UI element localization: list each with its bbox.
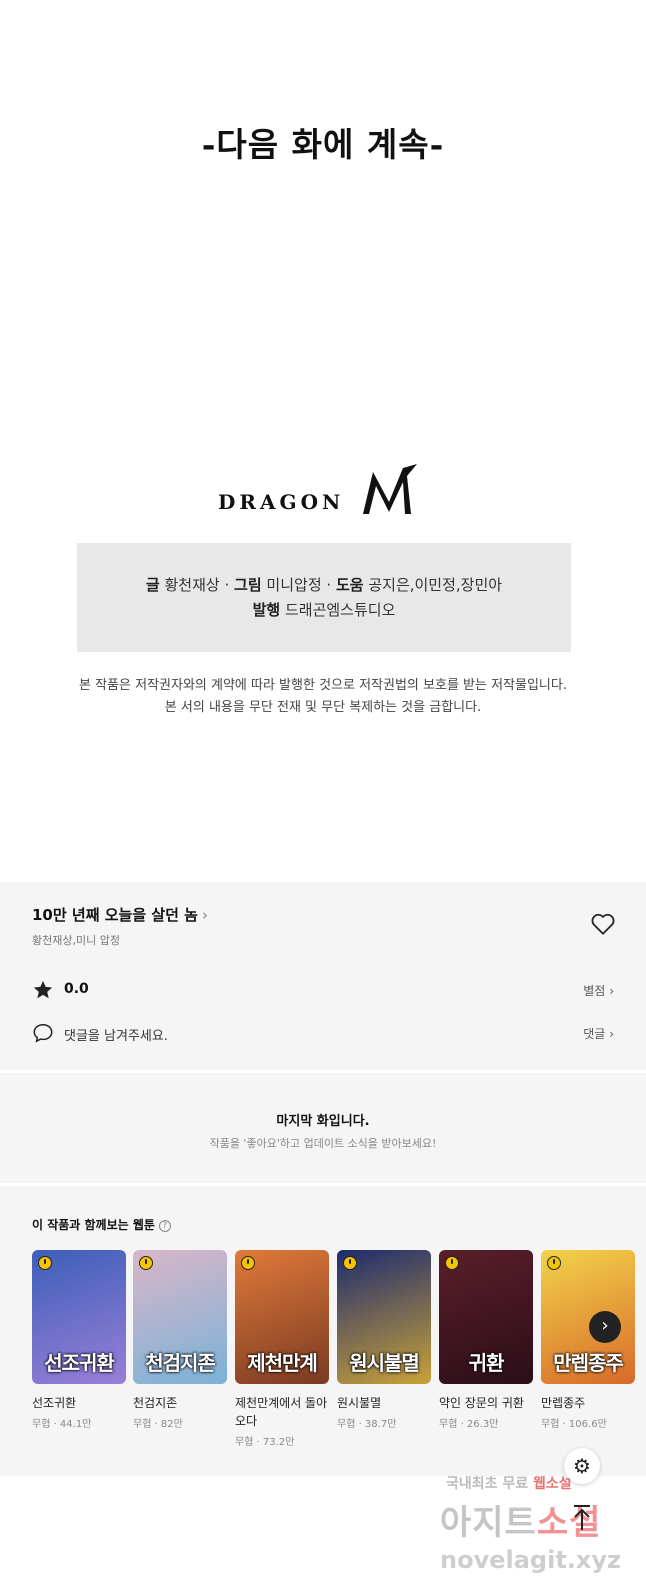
comment-link[interactable]: 댓글 › [583, 1025, 614, 1042]
rec-cover-title: 제천만계 [247, 1351, 318, 1375]
help-icon[interactable]: ? [158, 1220, 171, 1232]
copyright-notice: 본 작품은 저작권자와의 계약에 따라 발행한 것으로 저작권법의 보호를 받는… [0, 675, 646, 719]
credit-value-art: 미니압정 [266, 576, 322, 594]
clock-badge-icon [139, 1256, 153, 1270]
last-episode-subtitle: 작품을 '좋아요'하고 업데이트 소식을 받아보세요! [209, 1137, 437, 1150]
settings-button[interactable]: ⚙ [564, 1448, 600, 1484]
chevron-right-icon: › [601, 1315, 609, 1336]
recommendations-section: 이 작품과 함께보는 웹툰? 선조귀환 선조귀환 무협 · 44.1만 천검지존… [0, 1186, 646, 1476]
rec-title: 천검지존 [133, 1396, 178, 1410]
star-icon [33, 980, 53, 999]
recommendations-header: 이 작품과 함께보는 웹툰? [32, 1216, 171, 1233]
copyright-line-1: 본 작품은 저작권자와의 계약에 따라 발행한 것으로 저작권법의 보호를 받는… [79, 678, 567, 693]
to-be-continued-caption: -다음 화에 계속- [201, 125, 445, 164]
series-title-link[interactable]: 10만 년째 오늘을 살던 놈 › [32, 904, 208, 925]
clock-badge-icon [343, 1256, 357, 1270]
series-info-section: 10만 년째 오늘을 살던 놈 › 황천재상,미니 압정 0.0 별점 › 댓글을… [0, 882, 646, 1070]
rec-cover: 제천만계 [235, 1250, 329, 1384]
rec-cover: 귀환 [439, 1250, 533, 1384]
series-title: 10만 년째 오늘을 살던 놈 [32, 906, 198, 924]
recommendations-title: 이 작품과 함께보는 웹툰 [32, 1218, 155, 1232]
credit-label-art: 그림 [234, 576, 262, 594]
watermark-tagline: 국내최초 무료 웹소설 [446, 1473, 572, 1493]
rec-title: 약인 장문의 귀환 [439, 1396, 524, 1410]
credit-value-assist: 공지은,이민정,장민아 [368, 576, 503, 594]
gear-icon: ⚙ [573, 1454, 591, 1478]
separator: · [224, 576, 235, 594]
copyright-line-2: 본 서의 내용을 무단 전재 및 무단 복제하는 것을 금합니다. [164, 700, 482, 715]
rec-card[interactable]: 제천만계 제천만계에서 돌아오다 무협 · 73.2만 [235, 1250, 329, 1448]
chevron-right-icon: › [609, 984, 614, 998]
watermark-tagline-a: 국내최초 무료 [446, 1476, 529, 1492]
rating-link[interactable]: 별점 › [583, 982, 614, 999]
rec-meta: 무협 · 82만 [133, 1419, 183, 1430]
series-author: 황천재상,미니 압정 [32, 934, 120, 947]
watermark-domain: novelagit.xyz [440, 1546, 622, 1574]
scroll-top-button[interactable] [564, 1500, 600, 1536]
rec-cover-title: 원시불멸 [349, 1351, 420, 1375]
carousel-next-button[interactable]: › [589, 1311, 621, 1343]
credit-label-writer: 글 [145, 576, 160, 594]
credits-box: 글 황천재상 · 그림 미니압정 · 도움 공지은,이민정,장민아 발행 드래곤… [77, 543, 571, 652]
rec-card[interactable]: 만렙종주 만렙종주 무협 · 106.6만 [541, 1250, 635, 1430]
rec-cover-title: 선조귀환 [44, 1351, 115, 1375]
rec-meta: 무협 · 106.6만 [541, 1419, 607, 1430]
comment-row[interactable]: 댓글을 남겨주세요. 댓글 › [32, 1022, 614, 1046]
logo-m-glyph [363, 464, 417, 514]
clock-badge-icon [445, 1256, 459, 1270]
chevron-right-icon: › [609, 1027, 614, 1041]
rec-cover: 선조귀환 [32, 1250, 126, 1384]
rating-value: 0.0 [64, 981, 89, 997]
site-watermark: 국내최초 무료 웹소설 아지트소설 novelagit.xyz [440, 1473, 646, 1590]
clock-badge-icon [241, 1256, 255, 1270]
rec-cover: 천검지존 [133, 1250, 227, 1384]
last-episode-title: 마지막 화입니다. [276, 1114, 370, 1129]
logo-wordmark: DRAGON [218, 490, 345, 514]
rec-meta: 무협 · 26.3만 [439, 1419, 499, 1430]
comment-link-label: 댓글 [583, 1027, 606, 1041]
speech-bubble-icon [33, 1024, 53, 1043]
last-episode-notice: 마지막 화입니다. 작품을 '좋아요'하고 업데이트 소식을 받아보세요! [0, 1073, 646, 1183]
rec-cover-title: 만렙종주 [553, 1351, 624, 1375]
rec-meta: 무협 · 38.7만 [337, 1419, 397, 1430]
heart-icon[interactable] [590, 912, 616, 936]
rec-title: 만렙종주 [541, 1396, 586, 1410]
rec-card[interactable]: 원시불멸 원시불멸 무협 · 38.7만 [337, 1250, 431, 1430]
rec-cover-title: 천검지존 [145, 1351, 216, 1375]
rec-cover-title: 귀환 [468, 1351, 505, 1375]
rec-title: 제천만계에서 돌아오다 [235, 1396, 328, 1428]
rec-title: 원시불멸 [337, 1396, 382, 1410]
rec-card[interactable]: 선조귀환 선조귀환 무협 · 44.1만 [32, 1250, 126, 1430]
rating-link-label: 별점 [583, 984, 606, 998]
credits-line-1: 글 황천재상 · 그림 미니압정 · 도움 공지은,이민정,장민아 [77, 573, 571, 598]
credit-value-publisher: 드래곤엠스튜디오 [284, 601, 396, 619]
dragon-m-logo: DRAGON [218, 462, 430, 518]
credit-label-publisher: 발행 [252, 601, 281, 619]
separator: · [326, 576, 336, 594]
rec-meta: 무협 · 73.2만 [235, 1437, 295, 1448]
rating-row: 0.0 별점 › [32, 979, 614, 1003]
rec-cover: 만렙종주 [541, 1250, 635, 1384]
credit-label-assist: 도움 [335, 576, 364, 594]
credit-value-writer: 황천재상 [164, 576, 220, 594]
watermark-tagline-b: 웹소설 [533, 1476, 572, 1492]
rec-meta: 무협 · 44.1만 [32, 1419, 92, 1430]
watermark-brand-a: 아지트 [440, 1503, 537, 1543]
clock-badge-icon [547, 1256, 561, 1270]
rec-cover: 원시불멸 [337, 1250, 431, 1384]
comic-panel: -다음 화에 계속- DRAGON 글 황천재상 · 그림 미니압정 · 도움 … [0, 0, 646, 880]
chevron-right-icon: › [201, 906, 208, 924]
rec-card[interactable]: 귀환 약인 장문의 귀환 무협 · 26.3만 [439, 1250, 533, 1430]
rec-title: 선조귀환 [32, 1396, 77, 1410]
rec-card[interactable]: 천검지존 천검지존 무협 · 82만 [133, 1250, 227, 1430]
clock-badge-icon [38, 1256, 52, 1270]
comment-placeholder: 댓글을 남겨주세요. [64, 1029, 168, 1044]
credits-line-2: 발행 드래곤엠스튜디오 [77, 598, 571, 623]
arrow-up-icon [574, 1505, 590, 1530]
